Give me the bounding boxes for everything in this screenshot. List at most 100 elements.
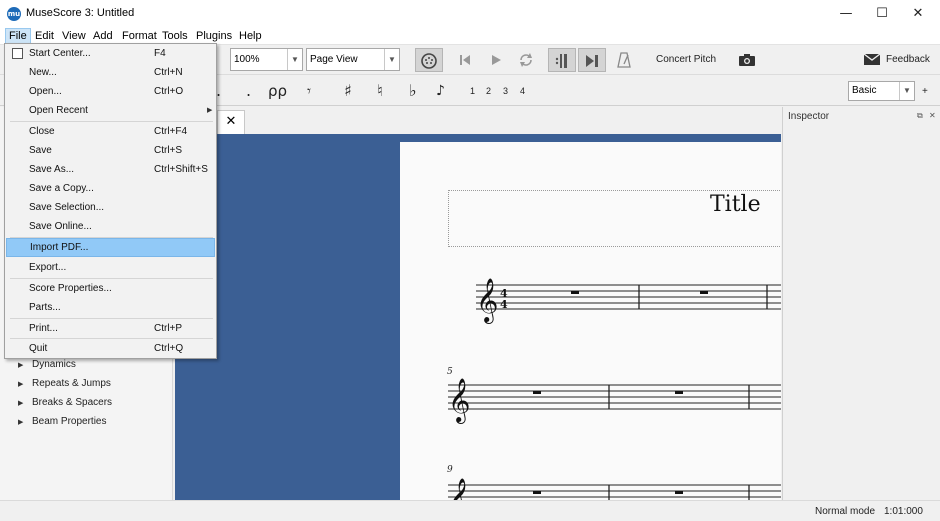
workspace-select[interactable]: Basic ▼ [848, 81, 915, 101]
palette-label: Beam Properties [32, 416, 107, 427]
menu-import-pdf[interactable]: Import PDF... [6, 238, 215, 257]
feedback-button[interactable] [860, 48, 884, 72]
whole-rest [675, 391, 683, 394]
tie-icon[interactable]: ρρ [268, 81, 287, 101]
voice-3-button[interactable]: 3 [503, 86, 508, 96]
metronome-icon [617, 52, 631, 68]
view-mode-value: Page View [310, 54, 358, 65]
menu-tools[interactable]: Tools [159, 28, 191, 44]
chevron-down-icon: ▼ [384, 49, 399, 70]
palette-repeats-jumps[interactable]: ▶ Repeats & Jumps [18, 378, 111, 389]
zoom-value: 100% [234, 54, 260, 65]
score-page[interactable]: Title 𝄞 4 4 𝄞 � [400, 142, 781, 500]
menu-save-as[interactable]: Save As... Ctrl+Shift+S [6, 160, 215, 179]
zoom-select[interactable]: 100% ▼ [230, 48, 303, 71]
menu-add[interactable]: Add [90, 28, 116, 44]
measure-number: 9 [447, 465, 453, 475]
menu-close[interactable]: Close Ctrl+F4 [6, 122, 215, 141]
menu-quit[interactable]: Quit Ctrl+Q [6, 339, 215, 358]
inspector-title: Inspector [788, 111, 830, 122]
loop-button[interactable] [515, 48, 537, 72]
play-icon [492, 55, 501, 65]
view-mode-select[interactable]: Page View ▼ [306, 48, 400, 71]
rest-icon[interactable]: 𝄾 [307, 81, 311, 101]
augmentation-dot-icon[interactable]: . [246, 81, 251, 101]
image-capture-button[interactable] [736, 48, 758, 72]
pan-icon [586, 55, 598, 67]
minimize-button[interactable]: — [828, 0, 864, 27]
menu-save-selection[interactable]: Save Selection... [6, 198, 215, 217]
workspace-value: Basic [852, 85, 877, 96]
sharp-icon[interactable]: ♯ [344, 81, 352, 101]
repeat-icon [555, 54, 567, 68]
menu-help[interactable]: Help [236, 28, 265, 44]
flat-icon[interactable]: ♭ [409, 81, 417, 101]
menu-plugins[interactable]: Plugins [193, 28, 235, 44]
menu-open[interactable]: Open... Ctrl+O [6, 82, 215, 101]
close-icon[interactable]: ✕ [929, 111, 936, 120]
pan-score-button[interactable] [578, 48, 606, 72]
undock-icon[interactable]: ⧉ [917, 111, 923, 121]
menu-new[interactable]: New... Ctrl+N [6, 63, 215, 82]
menu-parts[interactable]: Parts... [6, 298, 215, 317]
staff-systems: 𝄞 4 4 𝄞 𝄞 [448, 278, 781, 500]
menu-file[interactable]: File [5, 28, 31, 44]
file-menu-dropdown: Start Center... F4 New... Ctrl+N Open...… [4, 43, 217, 359]
maximize-button[interactable]: ☐ [864, 0, 900, 27]
expand-arrow-icon: ▶ [18, 381, 24, 388]
staff-system-2 [448, 384, 781, 410]
measure-number: 5 [447, 367, 453, 377]
score-canvas[interactable]: Title 𝄞 4 4 𝄞 � [175, 134, 781, 500]
expand-arrow-icon: ▶ [18, 362, 24, 369]
voice-4-button[interactable]: 4 [520, 86, 525, 96]
add-workspace-button[interactable]: + [922, 86, 928, 97]
expand-arrow-icon: ▶ [18, 419, 24, 426]
staff-system-1 [476, 284, 781, 310]
menu-edit[interactable]: Edit [32, 28, 57, 44]
treble-clef-icon: 𝄞 [476, 278, 498, 324]
natural-icon[interactable]: ♮ [377, 81, 383, 101]
whole-rest [700, 291, 708, 294]
midi-input-button[interactable] [415, 48, 443, 72]
inspector-panel: Inspector ⧉ ✕ [782, 107, 940, 500]
menu-export[interactable]: Export... [6, 258, 215, 277]
chevron-down-icon: ▼ [899, 82, 914, 100]
rewind-icon [460, 55, 470, 65]
loop-icon [520, 53, 532, 67]
title-bar: mu MuseScore 3: Untitled — ☐ ✕ [0, 0, 940, 27]
close-score-tab-button[interactable]: ✕ [217, 110, 245, 134]
rewind-button[interactable] [455, 48, 475, 72]
flip-direction-icon[interactable]: ♪ [436, 81, 445, 101]
palette-breaks-spacers[interactable]: ▶ Breaks & Spacers [18, 397, 112, 408]
menu-save[interactable]: Save Ctrl+S [6, 141, 215, 160]
submenu-arrow-icon: ▶ [207, 107, 213, 114]
menu-print[interactable]: Print... Ctrl+P [6, 319, 215, 338]
close-window-button[interactable]: ✕ [900, 0, 936, 27]
palette-label: Breaks & Spacers [32, 397, 113, 408]
menu-format[interactable]: Format [119, 28, 160, 44]
play-button[interactable] [486, 48, 506, 72]
midi-icon [421, 53, 437, 69]
voice-1-button[interactable]: 1 [470, 86, 475, 96]
metronome-button[interactable] [614, 48, 634, 72]
time-position-status: 1:01:000 [884, 506, 923, 517]
menu-score-properties[interactable]: Score Properties... [6, 279, 215, 298]
feedback-label[interactable]: Feedback [886, 54, 930, 65]
whole-rest [675, 491, 683, 494]
window-title: MuseScore 3: Untitled [26, 7, 135, 19]
play-repeats-button[interactable] [548, 48, 576, 72]
menu-view[interactable]: View [59, 28, 89, 44]
palette-beam-properties[interactable]: ▶ Beam Properties [18, 416, 106, 427]
chevron-down-icon: ▼ [287, 49, 302, 70]
menu-save-copy[interactable]: Save a Copy... [6, 179, 215, 198]
menu-save-online[interactable]: Save Online... [6, 217, 215, 236]
palette-label: Dynamics [32, 359, 76, 370]
palette-dynamics[interactable]: ▶ Dynamics [18, 359, 76, 370]
concert-pitch-toggle[interactable]: Concert Pitch [656, 54, 716, 65]
camera-icon [739, 54, 755, 66]
checkbox-icon [12, 48, 23, 59]
menu-start-center[interactable]: Start Center... F4 [6, 44, 215, 63]
menu-open-recent[interactable]: Open Recent ▶ [6, 101, 215, 120]
voice-2-button[interactable]: 2 [486, 86, 491, 96]
staff-system-3 [448, 484, 781, 500]
